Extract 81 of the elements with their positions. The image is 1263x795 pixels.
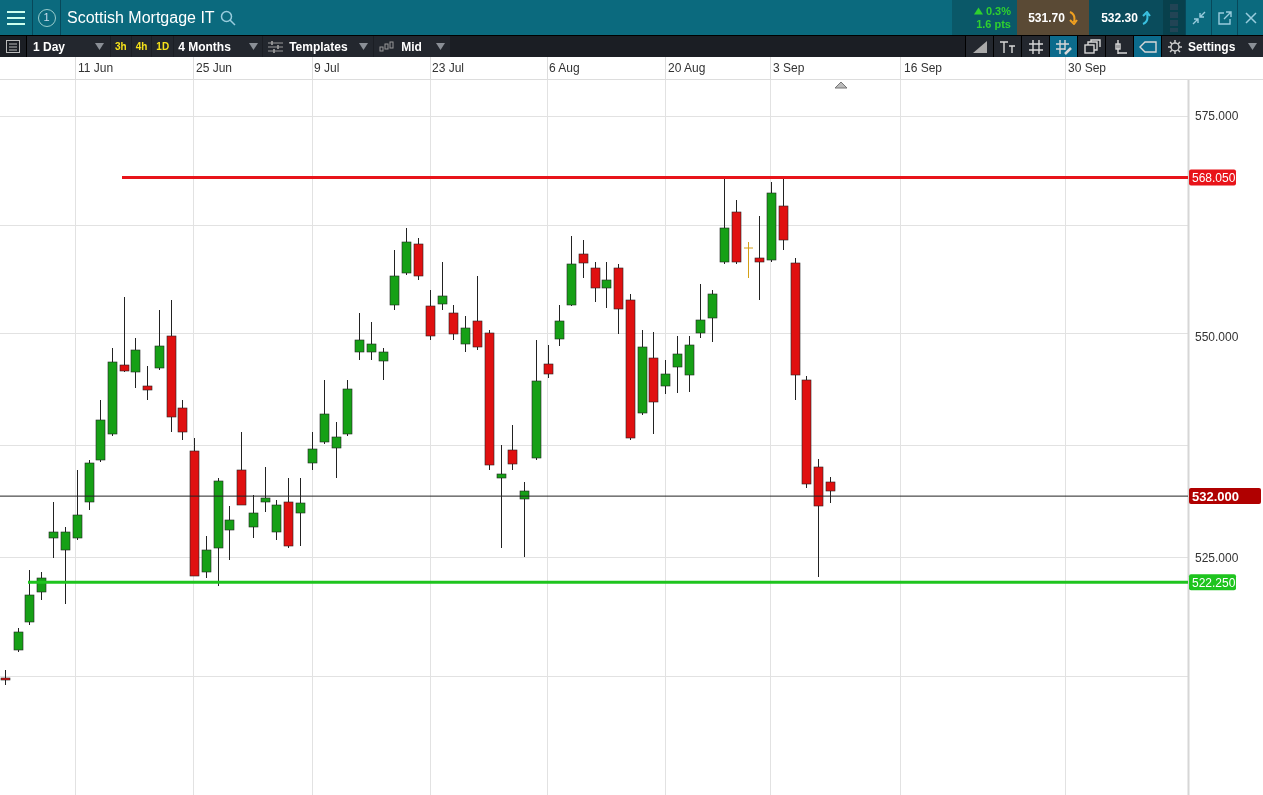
candlestick	[84, 459, 95, 511]
date-label: 9 Jul	[314, 61, 340, 75]
text-size-icon	[998, 38, 1017, 55]
date-label: 16 Sep	[904, 61, 943, 75]
candlestick	[448, 304, 459, 341]
range-dropdown[interactable]: 4 Months	[174, 36, 263, 57]
date-label: 20 Aug	[668, 61, 706, 75]
caret-icon	[436, 43, 446, 50]
candlestick	[413, 237, 424, 281]
caret-icon	[95, 43, 104, 50]
chart-tool-button[interactable]	[993, 36, 1021, 57]
candlestick	[401, 227, 412, 276]
candlestick	[0, 669, 11, 686]
tag-icon	[1138, 38, 1157, 55]
candlestick	[590, 261, 601, 303]
external-link-icon	[1217, 10, 1232, 25]
date-label: 25 Jun	[196, 61, 233, 75]
date-label: 23 Jul	[432, 61, 465, 75]
caret-icon	[1248, 43, 1257, 50]
candlestick	[331, 421, 342, 479]
interval-button[interactable]: 3h	[111, 36, 131, 57]
candlestick	[354, 312, 365, 361]
candlestick	[695, 283, 706, 339]
caret-icon	[359, 43, 369, 50]
hash-pencil-icon	[1054, 38, 1073, 55]
candlestick	[295, 477, 306, 547]
list-icon	[6, 40, 20, 53]
price-tag: 568.050	[1189, 169, 1236, 186]
candlestick	[707, 289, 718, 343]
chart-tool-button[interactable]	[1077, 36, 1105, 57]
chart-tool-button[interactable]	[1105, 36, 1133, 57]
change-percent: 0.3%	[985, 4, 1011, 18]
candlestick	[95, 399, 106, 463]
down-arrow-icon	[1067, 10, 1078, 25]
caret-icon	[249, 43, 259, 50]
date-label: 30 Sep	[1068, 61, 1107, 75]
layers-icon	[1082, 38, 1101, 55]
search-icon[interactable]	[219, 9, 236, 26]
date-label: 3 Sep	[773, 61, 805, 75]
candlestick	[366, 321, 377, 361]
buy-price-button[interactable]: 532.30	[1089, 0, 1163, 35]
time-marker-icon[interactable]	[834, 81, 848, 89]
price-tag: 522.250	[1189, 574, 1236, 591]
candlestick	[425, 289, 436, 341]
candlestick	[342, 379, 353, 437]
candlestick	[378, 347, 389, 381]
settings-icon	[1168, 39, 1182, 54]
sliders-icon	[268, 40, 284, 53]
price-axis-label: 575.000	[1195, 109, 1239, 123]
candles-icon	[379, 40, 396, 53]
interval-button[interactable]: 4h	[131, 36, 152, 57]
chart-tool-button[interactable]	[965, 36, 993, 57]
settings-dropdown[interactable]: Settings	[1161, 36, 1263, 57]
interval-button[interactable]: 1D	[152, 36, 174, 57]
candlestick	[684, 335, 695, 393]
chart-tool-button[interactable]	[1021, 36, 1049, 57]
stacked-bars-icon	[1169, 2, 1179, 33]
price-axis-label: 525.000	[1195, 551, 1239, 565]
candlestick	[260, 466, 271, 513]
candlestick	[72, 469, 83, 541]
collapse-arrows-icon	[1191, 10, 1206, 25]
close-icon	[1244, 11, 1257, 24]
price-type-dropdown[interactable]: Mid	[374, 36, 451, 57]
chart-tool-button[interactable]	[1133, 36, 1161, 57]
price-level-line[interactable]	[122, 175, 1188, 179]
hash-icon	[1026, 38, 1045, 55]
up-arrow-icon	[1140, 10, 1151, 25]
instrument-title: Scottish Mortgage IT	[67, 7, 215, 28]
price-axis-label: 550.000	[1195, 330, 1239, 344]
candlestick	[389, 249, 400, 311]
interval-dropdown[interactable]: 1 Day	[27, 36, 110, 57]
menu-icon	[7, 10, 25, 25]
date-label: 11 Jun	[78, 61, 114, 75]
change-points: 1.6 pts	[976, 17, 1011, 31]
candlestick	[437, 261, 448, 311]
candlestick	[48, 501, 59, 559]
date-label: 6 Aug	[549, 61, 580, 75]
sell-price-button[interactable]: 531.70	[1017, 0, 1089, 35]
chart-tool-button[interactable]	[1049, 36, 1077, 57]
price-tag: 532.000	[1189, 488, 1261, 505]
templates-dropdown[interactable]: Templates	[263, 36, 374, 57]
